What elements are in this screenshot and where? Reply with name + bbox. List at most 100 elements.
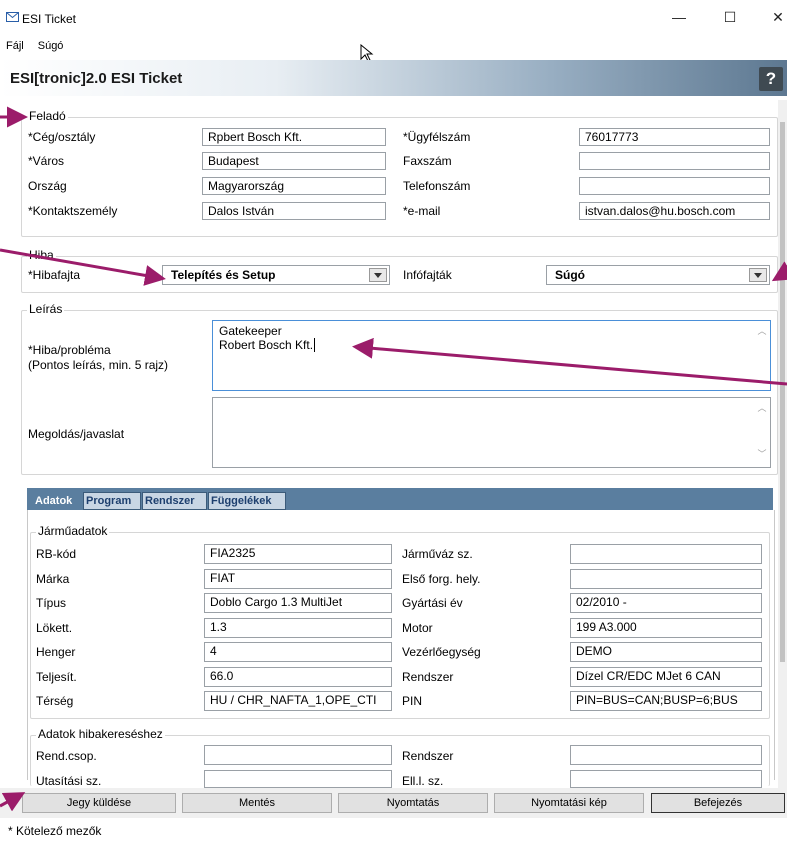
problem-text-line-2: Robert Bosch Kft. — [219, 338, 316, 352]
solution-label: Megoldás/javaslat — [28, 427, 125, 441]
contact-label: *Kontaktszemély — [28, 204, 118, 218]
diag-field-4[interactable] — [570, 770, 762, 788]
phone-field[interactable] — [579, 177, 770, 195]
description-legend: Leírás — [27, 302, 65, 316]
vehicle-label: Rendszer — [402, 670, 454, 684]
vehicle-label: Típus — [36, 596, 67, 610]
company-label: *Cég/osztály — [28, 130, 96, 144]
vehicle-label: Első forg. hely. — [402, 572, 481, 586]
vehicle-field[interactable] — [570, 544, 762, 564]
vehicle-label: PIN — [402, 694, 423, 708]
city-label: *Város — [28, 154, 65, 168]
phone-label: Telefonszám — [403, 179, 471, 193]
scroll-up-icon[interactable]: ︿ — [757, 401, 767, 415]
diag-field-3[interactable] — [204, 770, 392, 788]
app-header-title: ESI[tronic]2.0 ESI Ticket — [10, 70, 183, 87]
info-type-dropdown[interactable]: Súgó — [546, 265, 770, 285]
error-type-label: *Hibafajta — [28, 268, 81, 282]
required-fields-note: * Kötelező mezők — [8, 824, 102, 838]
vehicle-label: Gyártási év — [402, 596, 463, 610]
problem-text-line-1: Gatekeeper — [219, 324, 282, 338]
close-button[interactable]: ✕ — [765, 6, 787, 28]
vehicle-field[interactable]: FIA2325 — [204, 544, 392, 564]
vehicle-field[interactable]: 199 A3.000 — [570, 618, 762, 638]
sender-legend: Feladó — [27, 109, 68, 123]
solution-textarea[interactable]: ︿ ﹀ — [212, 397, 771, 468]
vehicle-label: Henger — [36, 645, 76, 659]
problem-scrollbar[interactable]: ︿ — [754, 321, 770, 390]
diag-label-2: Rendszer — [402, 749, 454, 763]
tab-data[interactable]: Adatok — [32, 492, 82, 510]
contact-field[interactable]: Dalos István — [202, 202, 386, 220]
problem-hint-label: (Pontos leírás, min. 5 rajz) — [28, 358, 169, 372]
tab-system[interactable]: Rendszer — [142, 492, 207, 510]
chevron-down-icon[interactable] — [749, 268, 767, 282]
city-field[interactable]: Budapest — [202, 152, 386, 170]
info-type-label: Infófajták — [403, 268, 452, 282]
diag-label-3: Utasítási sz. — [36, 774, 102, 788]
country-label: Ország — [28, 179, 67, 193]
scroll-down-icon[interactable]: ﹀ — [757, 447, 767, 461]
vehicle-field[interactable]: HU / CHR_NAFTA_1,OPE_CTI — [204, 691, 392, 711]
country-field[interactable]: Magyarország — [202, 177, 386, 195]
vehicle-label: Motor — [402, 621, 433, 635]
print-preview-button[interactable]: Nyomtatási kép — [494, 793, 644, 813]
vehicle-legend: Járműadatok — [36, 524, 110, 538]
send-ticket-button[interactable]: Jegy küldése — [22, 793, 176, 813]
error-legend: Hiba — [27, 248, 56, 262]
vehicle-field[interactable]: Doblo Cargo 1.3 MultiJet — [204, 593, 392, 613]
window-title: ESI Ticket — [22, 12, 77, 26]
vehicle-label: Lökett. — [36, 621, 73, 635]
tab-program[interactable]: Program — [83, 492, 141, 510]
minimize-button[interactable]: — — [666, 6, 692, 28]
vehicle-field[interactable]: 1.3 — [204, 618, 392, 638]
error-type-dropdown[interactable]: Telepítés és Setup — [162, 265, 390, 285]
diagnostics-legend: Adatok hibakereséshez — [36, 727, 165, 741]
email-label: *e-mail — [403, 204, 441, 218]
vehicle-field[interactable]: 02/2010 - — [570, 593, 762, 613]
help-button[interactable]: ? — [759, 67, 783, 91]
diag-field-1[interactable] — [204, 745, 392, 765]
main-scrollbar[interactable] — [778, 100, 787, 790]
vehicle-field[interactable]: 4 — [204, 642, 392, 662]
diag-label-4: Ell.l. sz. — [402, 774, 444, 788]
vehicle-label: Térség — [36, 694, 74, 708]
menu-item-help[interactable]: Súgó — [38, 40, 64, 52]
problem-label: *Hiba/probléma — [28, 343, 111, 357]
app-header: ESI[tronic]2.0 ESI Ticket — [0, 60, 787, 96]
vehicle-field[interactable] — [570, 569, 762, 589]
menu-item-file[interactable]: Fájl — [6, 40, 24, 52]
vehicle-field[interactable]: FIAT — [204, 569, 392, 589]
error-type-value: Telepítés és Setup — [171, 268, 276, 282]
email-field[interactable]: istvan.dalos@hu.bosch.com — [579, 202, 770, 220]
title-bar: ESI Ticket — ☐ ✕ — [0, 0, 787, 32]
customer-number-field[interactable]: 76017773 — [579, 128, 770, 146]
finish-button[interactable]: Befejezés — [651, 793, 785, 813]
problem-textarea[interactable]: Gatekeeper Robert Bosch Kft. ︿ — [212, 320, 771, 391]
diag-field-2[interactable] — [570, 745, 762, 765]
maximize-button[interactable]: ☐ — [717, 6, 743, 28]
customer-number-label: *Ügyfélszám — [403, 130, 471, 144]
vehicle-field[interactable]: PIN=BUS=CAN;BUSP=6;BUS — [570, 691, 762, 711]
vehicle-field[interactable]: 66.0 — [204, 667, 392, 687]
vehicle-label: Teljesít. — [36, 670, 77, 684]
vehicle-label: RB-kód — [36, 547, 77, 561]
solution-scrollbar[interactable]: ︿ ﹀ — [754, 398, 770, 467]
vehicle-label: Járműváz sz. — [402, 547, 473, 561]
fax-field[interactable] — [579, 152, 770, 170]
print-button[interactable]: Nyomtatás — [338, 793, 488, 813]
save-button[interactable]: Mentés — [182, 793, 332, 813]
vehicle-label: Márka — [36, 572, 70, 586]
chevron-down-icon[interactable] — [369, 268, 387, 282]
vehicle-field[interactable]: DEMO — [570, 642, 762, 662]
tab-attachments[interactable]: Függelékek — [208, 492, 286, 510]
company-field[interactable]: Rpbert Bosch Kft. — [202, 128, 386, 146]
scrollbar-thumb[interactable] — [780, 122, 785, 662]
fax-label: Faxszám — [403, 154, 452, 168]
tab-bar: Adatok Program Rendszer Függelékek — [27, 488, 773, 510]
vehicle-label: Vezérlőegység — [402, 645, 481, 659]
diag-label-1: Rend.csop. — [36, 749, 97, 763]
scroll-up-icon[interactable]: ︿ — [757, 324, 767, 338]
info-type-value: Súgó — [555, 268, 585, 282]
vehicle-field[interactable]: Dízel CR/EDC MJet 6 CAN — [570, 667, 762, 687]
